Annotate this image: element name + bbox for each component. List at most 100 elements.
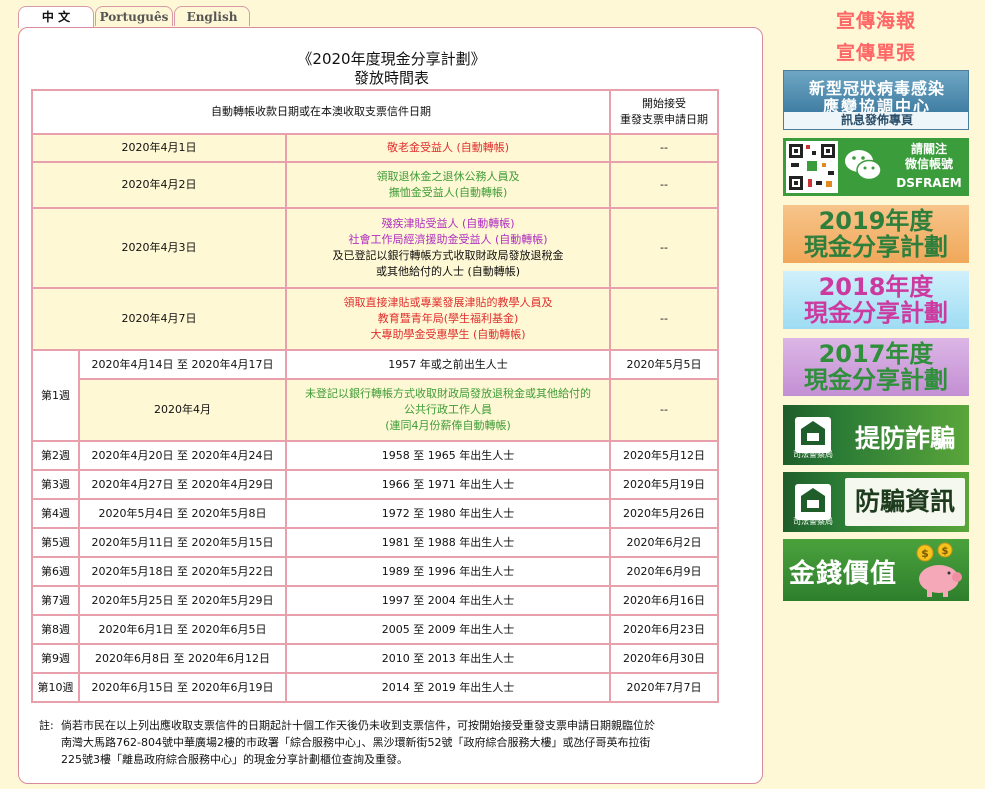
tab-portuguese[interactable]: Português (95, 6, 173, 26)
recipient-group: 未登記以銀行轉帳方式收取財政局發放退稅金或其他給付的 公共行政工作人員 (連同4月份… (285, 378, 611, 442)
recipient-line: 大專助學金受惠學生 (自動轉帳) (370, 328, 526, 341)
table-row: 第7週 2020年5月25日 至 2020年5月29日 1997 至 2004 年出… (31, 585, 719, 616)
recipient-line: 撫恤金受益人(自動轉帳) (388, 186, 508, 199)
payment-date: 2020年6月1日 至 2020年6月5日 (78, 614, 287, 645)
recipient-group: 領取退休金之退休公務人員及 撫恤金受益人(自動轉帳) (285, 161, 611, 209)
wechat-icon (845, 150, 882, 181)
police-label: 司法警察局 (793, 450, 833, 459)
reissue-date: 2020年6月30日 (609, 643, 719, 674)
birth-year-range: 1972 至 1980 年出生人士 (285, 498, 611, 529)
week-label: 第6週 (31, 556, 80, 587)
table-row: 2020年4月3日 殘疾津貼受益人 (自動轉帳) 社會工作局經濟援助金受益人 (自動… (31, 207, 719, 289)
week-label: 第5週 (31, 527, 80, 558)
recipient-line: 未登記以銀行轉帳方式收取財政局發放退稅金或其他給付的 (305, 387, 591, 400)
money-value-banner[interactable]: 金錢價值 $ $ (783, 539, 969, 601)
reissue-date: 2020年5月12日 (609, 440, 719, 471)
table-row: 第1週 2020年4月14日 至 2020年4月17日 1957 年或之前出生人士 2… (31, 349, 719, 442)
table-row: 第5週 2020年5月11日 至 2020年5月15日 1981 至 1988 年出… (31, 527, 719, 558)
page-subtitle: 發放時間表 (353, 69, 429, 87)
banner-scheme: 現金分享計劃 (804, 366, 948, 394)
table-row: 第2週 2020年4月20日 至 2020年4月24日 1958 至 1965 年出… (31, 440, 719, 471)
tab-english[interactable]: English (174, 6, 250, 26)
footnote-line: 225號3樓「離島政府綜合服務中心」的現金分享計劃櫃位查詢及重發。 (61, 753, 408, 766)
table-row: 第9週 2020年6月8日 至 2020年6月12日 2010 至 2013 年出生… (31, 643, 719, 674)
week-label: 第1週 (31, 349, 80, 442)
piggy-bank-icon: $ $ (916, 542, 962, 597)
footnote-line: 南灣大馬路762-804號中華廣場2樓的市政署「綜合服務中心」、黑沙環新街52號… (61, 736, 651, 749)
week-label: 第2週 (31, 440, 80, 471)
covid-info-banner[interactable]: 新型冠狀病毒感染 應變協調中心 訊息發佈專頁 (783, 70, 969, 130)
week-label: 第4週 (31, 498, 80, 529)
recipient-line: (連同4月份薪俸自動轉帳) (385, 419, 511, 432)
recipient-line: 殘疾津貼受益人 (自動轉帳) (381, 217, 515, 230)
table-header-row: 自動轉帳收款日期或在本澳收取支票信件日期 開始接受 重發支票申請日期 (31, 89, 719, 135)
table-row: 第6週 2020年5月18日 至 2020年5月22日 1989 至 1996 年出… (31, 556, 719, 587)
promo-poster-link[interactable]: 宣傳海報 (783, 6, 969, 33)
banner-year: 2018年度 (818, 273, 934, 301)
page-title: 《2020年度現金分享計劃》 (297, 50, 486, 68)
table-row: 第8週 2020年6月1日 至 2020年6月5日 2005 至 2009 年出生人… (31, 614, 719, 645)
cash-sharing-2019-banner[interactable]: 2019年度 現金分享計劃 (783, 205, 969, 263)
birth-year-range: 1997 至 2004 年出生人士 (285, 585, 611, 616)
reissue-date: 2020年6月23日 (609, 614, 719, 645)
fraud-info-banner[interactable]: 司法警察局 防騙資訊 (783, 472, 969, 532)
birth-year-range: 1981 至 1988 年出生人士 (285, 527, 611, 558)
reissue-date: 2020年6月2日 (609, 527, 719, 558)
fraud-prevent-text: 提防詐騙 (854, 424, 955, 453)
reissue-date: -- (609, 378, 719, 442)
promo-flyer-link[interactable]: 宣傳單張 (783, 38, 969, 65)
cash-sharing-2018-banner[interactable]: 2018年度 現金分享計劃 (783, 271, 969, 329)
banner-scheme: 現金分享計劃 (804, 299, 948, 327)
wechat-banner[interactable]: 請關注 微信帳號 DSFRAEM (783, 138, 969, 196)
banner-year: 2017年度 (818, 340, 934, 368)
cash-sharing-2017-banner[interactable]: 2017年度 現金分享計劃 (783, 338, 969, 396)
payment-date: 2020年4月7日 (31, 287, 287, 351)
fraud-prevention-banner[interactable]: 司法警察局 提防詐騙 (783, 405, 969, 465)
payment-date: 2020年6月15日 至 2020年6月19日 (78, 672, 287, 703)
recipient-line: 社會工作局經濟援助金受益人 (自動轉帳) (348, 233, 548, 246)
header-date-column: 自動轉帳收款日期或在本澳收取支票信件日期 (31, 89, 611, 135)
wechat-line1: 請關注 (910, 142, 947, 156)
birth-year-range: 1989 至 1996 年出生人士 (285, 556, 611, 587)
week-label: 第3週 (31, 469, 80, 500)
reissue-date: 2020年6月9日 (609, 556, 719, 587)
wechat-account-name: DSFRAEM (896, 176, 962, 190)
table-row: 2020年4月 未登記以銀行轉帳方式收取財政局發放退稅金或其他給付的 公共行政工作人… (32, 378, 719, 442)
recipient-line: 領取直接津貼或專業發展津貼的教學人員及 (343, 296, 553, 309)
footnote-label: 註: (39, 719, 54, 732)
recipient-line: 或其他給付的人士 (自動轉帳) (375, 265, 521, 278)
recipient-line: 及已登記以銀行轉帳方式收取財政局發放退稅金 (332, 249, 564, 262)
recipient-line: 敬老金受益人 (自動轉帳) (386, 141, 510, 154)
payment-date: 2020年4月20日 至 2020年4月24日 (78, 440, 287, 471)
payment-date: 2020年4月1日 (31, 133, 287, 163)
police-label: 司法警察局 (793, 517, 833, 526)
week-label: 第9週 (31, 643, 80, 674)
schedule-table: 自動轉帳收款日期或在本澳收取支票信件日期 開始接受 重發支票申請日期 2020年4月1… (31, 89, 719, 703)
money-value-text: 金錢價值 (789, 559, 898, 589)
table-row: 第3週 2020年4月27日 至 2020年4月29日 1966 至 1971 年出… (31, 469, 719, 500)
wechat-line2: 微信帳號 (904, 157, 953, 171)
footnote-line: 倘若市民在以上列出應收取支票信件的日期起計十個工作天後仍未收到支票信件，可按開始… (61, 719, 655, 732)
svg-text:$: $ (921, 547, 929, 560)
header-reissue-line1: 開始接受 (642, 97, 686, 110)
payment-date: 2020年5月11日 至 2020年5月15日 (78, 527, 287, 558)
reissue-date: -- (609, 133, 719, 163)
reissue-date: -- (609, 207, 719, 289)
recipient-line: 公共行政工作人員 (404, 403, 492, 416)
reissue-date: -- (609, 287, 719, 351)
birth-year-range: 2014 至 2019 年出生人士 (285, 672, 611, 703)
birth-year-range: 1966 至 1971 年出生人士 (285, 469, 611, 500)
header-reissue-column: 開始接受重發支票申請日期 (609, 89, 719, 135)
tab-chinese[interactable]: 中 文 (18, 6, 94, 28)
payment-date: 2020年4月 (78, 378, 287, 442)
recipient-line: 領取退休金之退休公務人員及 (376, 170, 520, 183)
recipient-line: 教育暨青年局(學生福利基金) (377, 312, 519, 325)
payment-date: 2020年5月4日 至 2020年5月8日 (78, 498, 287, 529)
table-row: 第10週 2020年6月15日 至 2020年6月19日 2014 至 2019 年… (31, 672, 719, 703)
recipient-group: 敬老金受益人 (自動轉帳) (285, 133, 611, 163)
payment-date: 2020年6月8日 至 2020年6月12日 (78, 643, 287, 674)
payment-date: 2020年5月25日 至 2020年5月29日 (78, 585, 287, 616)
header-reissue-line2: 重發支票申請日期 (620, 113, 708, 126)
table-row: 2020年4月1日 敬老金受益人 (自動轉帳) -- (31, 133, 719, 163)
birth-year-range: 2010 至 2013 年出生人士 (285, 643, 611, 674)
